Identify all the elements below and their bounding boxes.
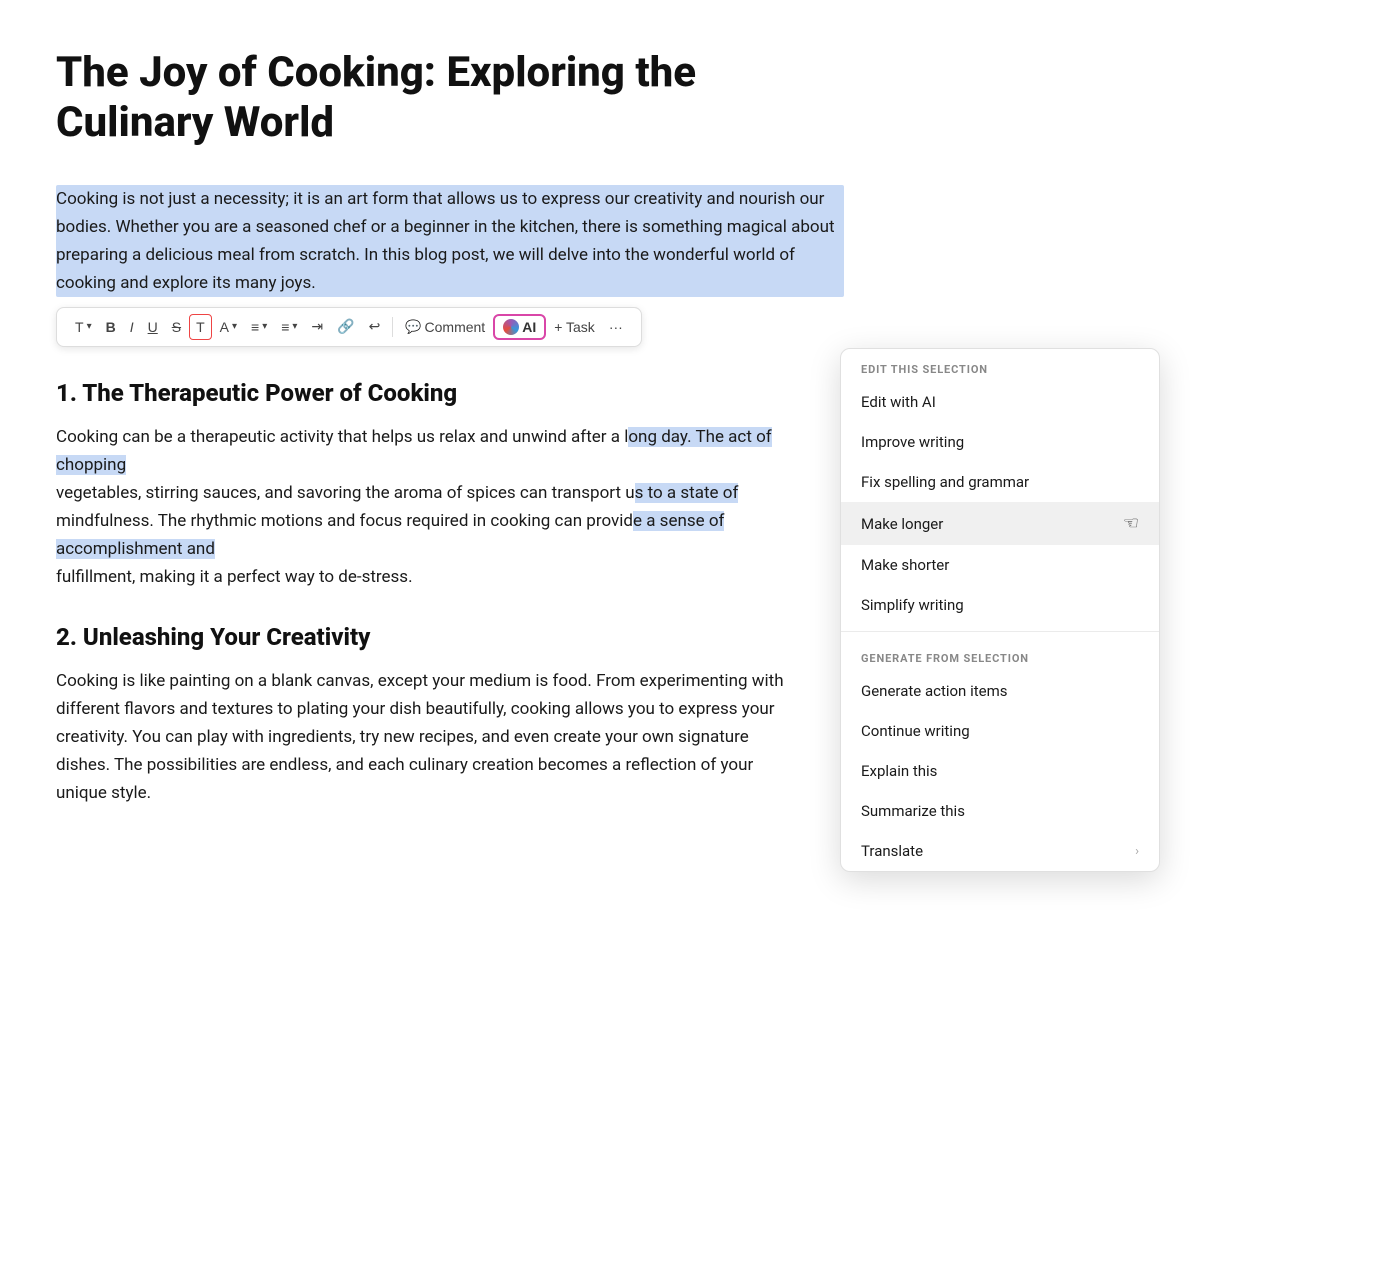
strikethrough-button[interactable]: S (166, 315, 187, 339)
list-button[interactable]: ≡ ▾ (275, 315, 303, 339)
ai-dropdown-menu: EDIT THIS SELECTION Edit with AI Improve… (840, 348, 1160, 872)
generate-section-label: GENERATE FROM SELECTION (841, 638, 1159, 671)
toolbar-separator-1 (392, 317, 393, 337)
improve-writing-item[interactable]: Improve writing (841, 422, 1159, 462)
chevron-right-icon: › (1135, 844, 1139, 859)
make-shorter-item[interactable]: Make shorter (841, 545, 1159, 585)
comment-button[interactable]: 💬 Comment (399, 315, 491, 339)
bold-button[interactable]: B (100, 315, 122, 339)
cursor-icon: ☜ (1123, 513, 1139, 534)
section1-body: Cooking can be a therapeutic activity th… (56, 423, 844, 591)
text-style-button[interactable]: T ▾ (69, 315, 98, 339)
ai-icon (503, 319, 519, 335)
ai-button[interactable]: AI (493, 314, 546, 340)
generate-action-items-item[interactable]: Generate action items (841, 671, 1159, 711)
continue-writing-item[interactable]: Continue writing (841, 711, 1159, 751)
align-button[interactable]: ≡ ▾ (245, 315, 273, 339)
underline-button[interactable]: U (142, 315, 164, 339)
edit-with-ai-item[interactable]: Edit with AI (841, 382, 1159, 422)
translate-item[interactable]: Translate › (841, 831, 1159, 871)
media-button[interactable]: ↩ (363, 314, 387, 339)
link-button[interactable]: 🔗 (331, 314, 360, 339)
highlight-button[interactable]: T (189, 314, 212, 340)
more-options-button[interactable]: ··· (603, 315, 629, 339)
dropdown-divider (841, 631, 1159, 632)
section1-heading: 1. The Therapeutic Power of Cooking (56, 379, 844, 407)
indent-button[interactable]: ⇥ (305, 314, 329, 339)
task-button[interactable]: + Task (548, 315, 601, 339)
explain-this-item[interactable]: Explain this (841, 751, 1159, 791)
simplify-writing-item[interactable]: Simplify writing (841, 585, 1159, 625)
document-title: The Joy of Cooking: Exploring the Culina… (56, 48, 844, 149)
fix-spelling-item[interactable]: Fix spelling and grammar (841, 462, 1159, 502)
edit-section-label: EDIT THIS SELECTION (841, 349, 1159, 382)
summarize-this-item[interactable]: Summarize this (841, 791, 1159, 831)
make-longer-item[interactable]: Make longer ☜ (841, 502, 1159, 545)
section2-body: Cooking is like painting on a blank canv… (56, 667, 844, 807)
italic-button[interactable]: I (124, 315, 140, 339)
selected-paragraph: Cooking is not just a necessity; it is a… (56, 185, 844, 297)
formatting-toolbar: T ▾ B I U S T A ▾ ≡ ▾ ≡ ▾ ⇥ (56, 307, 642, 347)
editor-area: The Joy of Cooking: Exploring the Culina… (0, 0, 900, 879)
font-color-button[interactable]: A ▾ (214, 315, 243, 339)
section2-heading: 2. Unleashing Your Creativity (56, 623, 844, 651)
